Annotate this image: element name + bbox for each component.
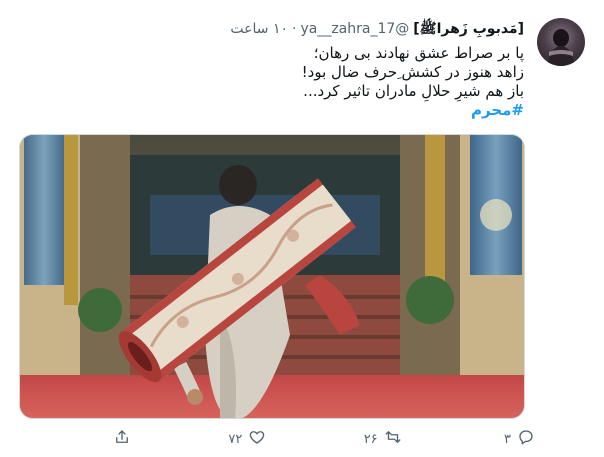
- avatar[interactable]: [537, 18, 585, 66]
- like-button[interactable]: ۷۲: [228, 428, 266, 450]
- share-icon: [113, 428, 131, 450]
- share-button[interactable]: [95, 428, 131, 450]
- retweet-count: ۲۶: [363, 431, 378, 447]
- user-handle[interactable]: @ya__zahra_17: [300, 18, 409, 40]
- like-count: ۷۲: [228, 431, 243, 447]
- retweet-button[interactable]: ۲۶: [364, 428, 402, 450]
- tweet-header: [مَدبوبِ زَهراﷺ] @ya__zahra_17 · ۱۰ ساعت: [230, 18, 524, 40]
- reply-count: ۳: [504, 431, 511, 447]
- reply-icon: [517, 428, 535, 450]
- tweet-actions: ۳ ۲۶ ۷۲: [95, 428, 535, 450]
- tweet-media-image[interactable]: [19, 134, 525, 419]
- tweet-line: باز هم شیرِ حلالِ مادران تاثیر کرد...: [303, 82, 524, 100]
- avatar-image: [547, 29, 575, 66]
- retweet-icon: [384, 428, 402, 450]
- display-name[interactable]: [مَدبوبِ زَهراﷺ]: [413, 18, 524, 40]
- timestamp[interactable]: ۱۰ ساعت: [230, 18, 288, 40]
- hashtag-link[interactable]: #محرم: [471, 101, 524, 119]
- reply-button[interactable]: ۳: [499, 428, 535, 450]
- separator-dot: ·: [292, 21, 297, 37]
- tweet-line: زاهد هنوز در کشش ِحرف ضال بود!: [301, 63, 524, 81]
- tweet-line: پا بر صراط عشق نهادند بی رهان؛: [313, 44, 524, 62]
- tweet-card[interactable]: [مَدبوبِ زَهراﷺ] @ya__zahra_17 · ۱۰ ساعت…: [0, 0, 604, 457]
- tweet-text: پا بر صراط عشق نهادند بی رهان؛ زاهد هنوز…: [54, 44, 524, 120]
- like-icon: [248, 428, 266, 450]
- photo-man-carrying-carpet: [20, 135, 524, 418]
